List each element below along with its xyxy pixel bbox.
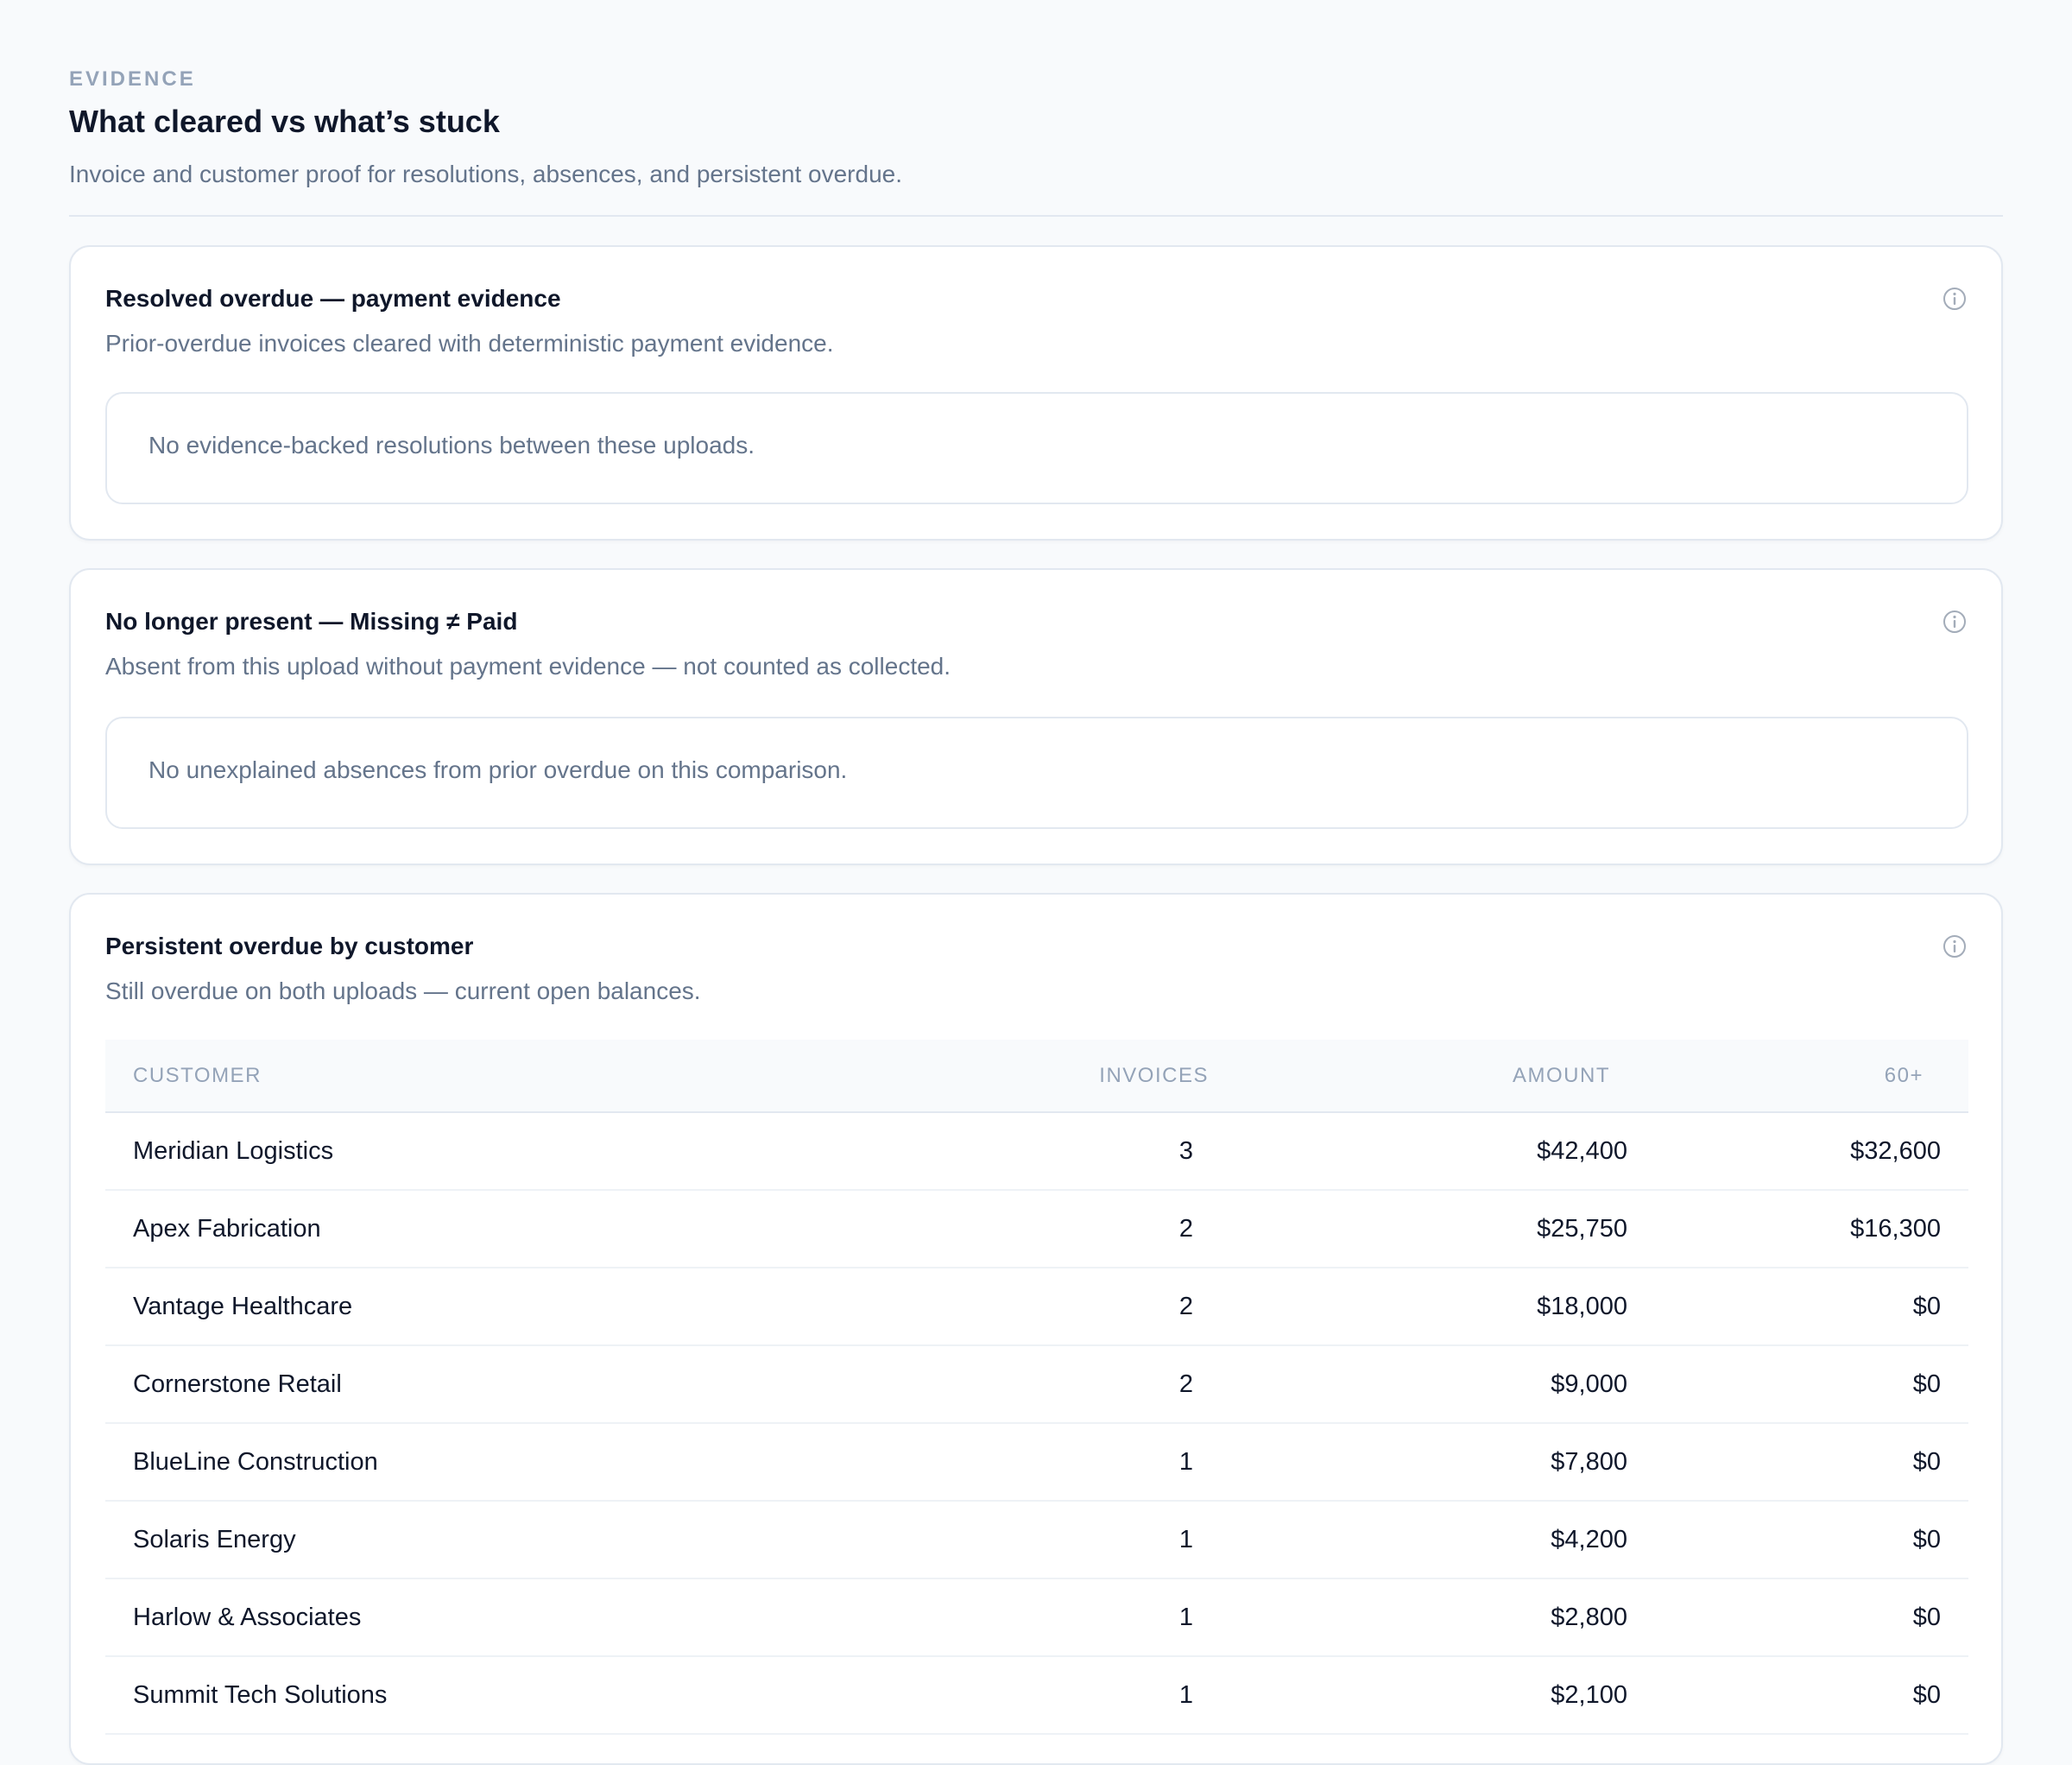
card-description: Still overdue on both uploads — current … [105, 977, 701, 1004]
no-longer-present-card: No longer present — Missing ≠ Paid Absen… [69, 568, 2003, 865]
amount: $25,750 [1209, 1190, 1627, 1268]
customer-name: BlueLine Construction [105, 1423, 882, 1502]
amount: $42,400 [1209, 1112, 1627, 1191]
invoice-count: 2 [882, 1190, 1209, 1268]
header-divider [69, 215, 2003, 217]
amount-60-plus: $0 [1627, 1578, 1968, 1657]
table-row[interactable]: Solaris Energy 1 $4,200 $0 [105, 1501, 1968, 1579]
customer-name: Apex Fabrication [105, 1190, 882, 1268]
invoice-count: 1 [882, 1656, 1209, 1735]
amount-60-plus: $0 [1627, 1656, 1968, 1735]
table-row[interactable]: Summit Tech Solutions 1 $2,100 $0 [105, 1656, 1968, 1735]
empty-state: No evidence-backed resolutions between t… [105, 392, 1968, 504]
amount: $2,800 [1209, 1578, 1627, 1657]
card-description: Absent from this upload without payment … [105, 653, 951, 680]
invoice-count: 2 [882, 1268, 1209, 1346]
amount: $7,800 [1209, 1423, 1627, 1502]
customer-name: Meridian Logistics [105, 1112, 882, 1191]
column-header-60-plus[interactable]: 60+ [1627, 1040, 1968, 1113]
amount: $2,100 [1209, 1656, 1627, 1735]
table-row[interactable]: Cornerstone Retail 2 $9,000 $0 [105, 1345, 1968, 1424]
column-header-invoices[interactable]: INVOICES [882, 1040, 1209, 1113]
empty-state: No unexplained absences from prior overd… [105, 717, 1968, 829]
invoice-count: 1 [882, 1578, 1209, 1657]
card-description: Prior-overdue invoices cleared with dete… [105, 330, 834, 357]
info-icon[interactable] [1942, 610, 1967, 634]
persistent-overdue-table: CUSTOMER INVOICES AMOUNT 60+ Meridian Lo… [105, 1040, 1968, 1735]
column-header-customer[interactable]: CUSTOMER [105, 1040, 882, 1113]
amount-60-plus: $0 [1627, 1345, 1968, 1424]
persistent-overdue-card: Persistent overdue by customer Still ove… [69, 893, 2003, 1765]
customer-name: Summit Tech Solutions [105, 1656, 882, 1735]
amount-60-plus: $32,600 [1627, 1112, 1968, 1191]
amount: $4,200 [1209, 1501, 1627, 1579]
amount: $18,000 [1209, 1268, 1627, 1346]
info-icon[interactable] [1942, 934, 1967, 958]
invoice-count: 3 [882, 1112, 1209, 1191]
card-title: No longer present — Missing ≠ Paid [105, 608, 518, 635]
section-eyebrow: EVIDENCE [69, 67, 196, 91]
table-row[interactable]: Vantage Healthcare 2 $18,000 $0 [105, 1268, 1968, 1346]
customer-name: Solaris Energy [105, 1501, 882, 1579]
resolved-overdue-card: Resolved overdue — payment evidence Prio… [69, 245, 2003, 541]
customer-name: Vantage Healthcare [105, 1268, 882, 1346]
column-header-amount[interactable]: AMOUNT [1209, 1040, 1627, 1113]
table-row[interactable]: Apex Fabrication 2 $25,750 $16,300 [105, 1190, 1968, 1268]
table-row[interactable]: BlueLine Construction 1 $7,800 $0 [105, 1423, 1968, 1502]
table-row[interactable]: Harlow & Associates 1 $2,800 $0 [105, 1578, 1968, 1657]
table-row[interactable]: Meridian Logistics 3 $42,400 $32,600 [105, 1112, 1968, 1191]
invoice-count: 1 [882, 1501, 1209, 1579]
page-subtitle: Invoice and customer proof for resolutio… [69, 161, 902, 187]
empty-state-message: No evidence-backed resolutions between t… [148, 432, 755, 459]
amount-60-plus: $16,300 [1627, 1190, 1968, 1268]
amount: $9,000 [1209, 1345, 1627, 1424]
amount-60-plus: $0 [1627, 1268, 1968, 1346]
customer-name: Cornerstone Retail [105, 1345, 882, 1424]
amount-60-plus: $0 [1627, 1501, 1968, 1579]
empty-state-message: No unexplained absences from prior overd… [148, 756, 848, 783]
info-icon[interactable] [1942, 287, 1967, 311]
page-title: What cleared vs what’s stuck [69, 104, 500, 139]
amount-60-plus: $0 [1627, 1423, 1968, 1502]
card-title: Persistent overdue by customer [105, 933, 474, 959]
card-title: Resolved overdue — payment evidence [105, 285, 561, 312]
customer-name: Harlow & Associates [105, 1578, 882, 1657]
table-header-row: CUSTOMER INVOICES AMOUNT 60+ [105, 1040, 1968, 1113]
invoice-count: 1 [882, 1423, 1209, 1502]
invoice-count: 2 [882, 1345, 1209, 1424]
